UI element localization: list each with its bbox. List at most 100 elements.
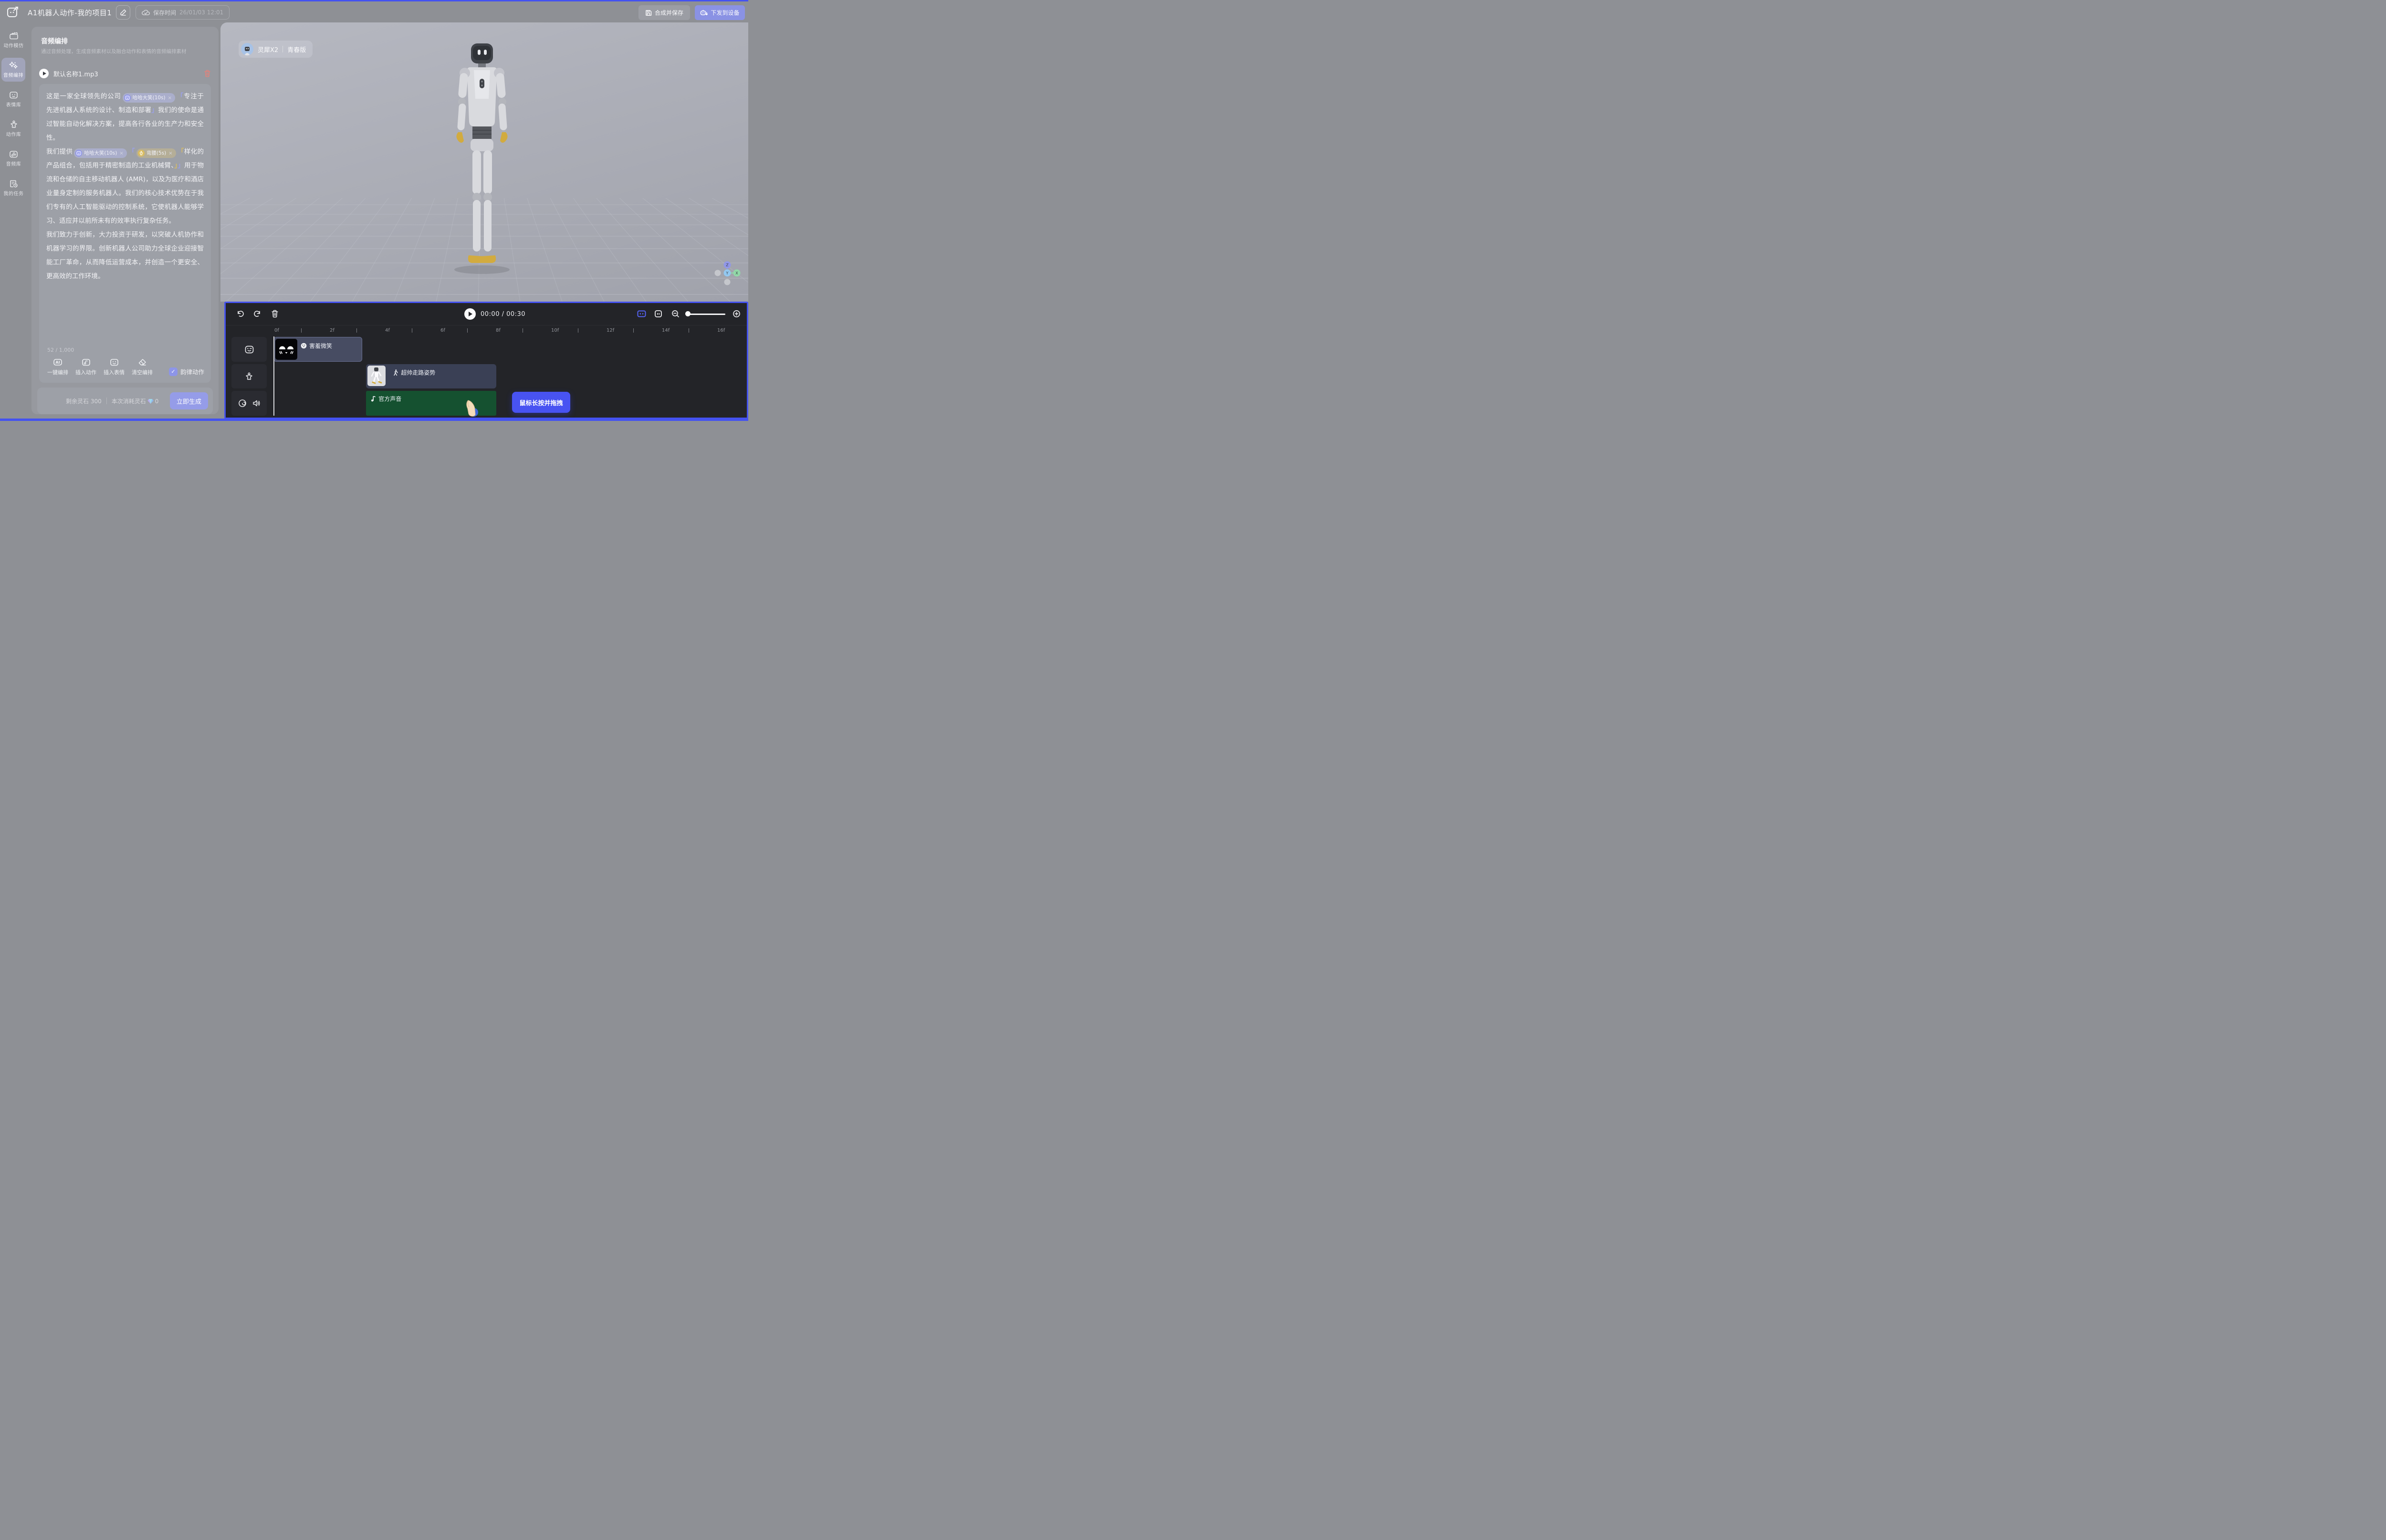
expression-track-header[interactable]: [231, 337, 267, 362]
delete-clip-icon[interactable]: [271, 310, 279, 318]
robot-model[interactable]: [425, 42, 539, 276]
insert-expression-icon: [110, 358, 119, 367]
action-button-插入动作[interactable]: 插入动作: [75, 358, 97, 376]
app-logo-icon[interactable]: [7, 6, 19, 19]
motion-clip[interactable]: 超帅走路姿势: [366, 364, 496, 388]
undo-icon[interactable]: [236, 310, 244, 318]
timeline-time: 00:00 / 00:30: [481, 311, 525, 318]
rename-button[interactable]: [116, 5, 130, 20]
sidebar-item-表情库[interactable]: 表情库: [0, 87, 27, 111]
speaker-icon[interactable]: [252, 399, 261, 407]
checkbox-checked-icon[interactable]: ✓: [169, 367, 178, 376]
motion-thumbnail: [367, 366, 386, 386]
play-audio-button[interactable]: [39, 69, 49, 78]
timeline-ruler[interactable]: 0f2f4f6f8f10f12f14f16f: [226, 325, 747, 336]
timeline-zoom-slider[interactable]: [687, 314, 725, 315]
remove-tag-icon[interactable]: ×: [168, 91, 172, 105]
topbar: A1机器人动作-我的项目1 保存时间 26/01/03 12:01 合成并保存 …: [0, 1, 748, 22]
delete-audio-icon[interactable]: [204, 70, 211, 77]
drag-hint-tooltip: 鼠标长按并拖拽: [512, 392, 570, 413]
annotation-quote-mark: 「: [128, 148, 135, 156]
svg-text:X: X: [735, 271, 738, 275]
ruler-label: 10f: [551, 328, 559, 333]
face-box-icon: [9, 91, 18, 99]
bow-person-icon: [138, 150, 145, 157]
compose-save-button[interactable]: 合成并保存: [638, 5, 690, 20]
action-tag[interactable]: 弯腰(5s)×: [136, 148, 176, 158]
expression-tag[interactable]: 哈哈大笑(10s)×: [123, 93, 175, 103]
cloud-check-icon: [142, 9, 150, 16]
hand-drag-cursor: [463, 399, 480, 418]
tag-label: 哈哈大笑(10s): [84, 147, 117, 160]
action-button-一键编排[interactable]: AI 一键编排: [47, 358, 69, 376]
sidebar-item-动作模仿[interactable]: 动作模仿: [0, 28, 27, 52]
timeline-toolbar: 00:00 / 00:30: [226, 303, 747, 325]
rhythm-motion-label: 韵律动作: [180, 367, 204, 376]
action-label: 一键编排: [47, 368, 68, 376]
walking-person-icon: [393, 369, 398, 376]
laugh-face-icon: [124, 94, 131, 101]
cost-gems: 本次消耗灵石0: [112, 397, 159, 405]
audio-arrange-panel: 音频编排 通过音频处理，生成音频素材以及融合动作和表情的音频编排素材 默认名称1…: [31, 27, 219, 414]
person-icon: [10, 120, 18, 129]
ruler-tick: [467, 328, 468, 333]
floppy-icon: [645, 10, 652, 16]
gizmo-hidden-axis: [724, 279, 731, 285]
sidebar-item-音频库[interactable]: 音频库: [0, 147, 27, 170]
model-avatar: [241, 43, 253, 55]
music-box-icon: [9, 150, 18, 158]
script-text-area[interactable]: 这是一家全球领先的公司哈哈大笑(10s)×「专注于先进机器人系统的设计、制造和部…: [39, 84, 211, 344]
remove-tag-icon[interactable]: ×: [168, 147, 172, 160]
top-accent-strip: [0, 0, 748, 1]
smile-face-icon: [301, 343, 307, 349]
save-status: 保存时间 26/01/03 12:01: [136, 5, 230, 20]
redo-icon[interactable]: [253, 310, 262, 318]
svg-text:Y: Y: [726, 271, 729, 275]
sidebar-item-label: 音频编排: [3, 71, 23, 78]
zoom-in-icon[interactable]: [733, 310, 741, 318]
audio-file-name: 默认名称1.mp3: [53, 69, 204, 78]
fit-clip-icon[interactable]: [654, 310, 662, 318]
timeline-play-button[interactable]: [464, 308, 476, 320]
compose-save-label: 合成并保存: [655, 9, 683, 17]
zoom-out-icon[interactable]: [671, 310, 680, 318]
expression-tag[interactable]: 哈哈大笑(10s)×: [74, 148, 126, 158]
fit-timeline-icon[interactable]: [637, 310, 646, 318]
clip-label: 害羞微笑: [309, 342, 332, 350]
playhead[interactable]: [273, 336, 274, 416]
viewport-3d[interactable]: 灵犀X2 青春版: [220, 22, 748, 302]
svg-text:AI: AI: [55, 360, 60, 365]
pencil-icon: [120, 9, 126, 16]
model-badge: 灵犀X2 青春版: [239, 41, 313, 58]
remove-tag-icon[interactable]: ×: [119, 147, 123, 160]
generate-now-button[interactable]: 立即生成: [170, 392, 208, 409]
deploy-to-device-button[interactable]: 下发到设备: [695, 5, 745, 20]
timeline-panel: 00:00 / 00:30 0f2f4f6f8f10f12f14f16f: [224, 302, 748, 419]
script-action-bar: AI 一键编排插入动作插入表情清空编排 ✓ 韵律动作: [39, 353, 211, 383]
panel-subtitle: 通过音频处理，生成音频素材以及融合动作和表情的音频编排素材: [41, 48, 211, 55]
music-note-icon: [371, 396, 376, 402]
sidebar-item-label: 动作库: [6, 130, 21, 137]
script-text: 我们致力于创新，大力投资于研发，以突破人机协作和机器学习的界限。创新机器人公司助…: [46, 231, 204, 280]
sidebar-item-我的任务[interactable]: 我的任务: [0, 176, 27, 200]
robot-download-icon: [700, 9, 708, 16]
insert-motion-icon: [82, 358, 91, 367]
rhythm-motion-toggle[interactable]: ✓ 韵律动作: [169, 367, 204, 376]
axis-gizmo[interactable]: Z Y X: [712, 260, 745, 287]
clip-label: 超帅走路姿势: [401, 368, 435, 377]
sidebar-item-音频编排[interactable]: 音频编排: [1, 58, 25, 82]
sidebar-item-label: 表情库: [6, 101, 21, 108]
action-button-清空编排[interactable]: 清空编排: [131, 358, 153, 376]
tag-label: 哈哈大笑(10s): [133, 91, 166, 105]
motion-track-header[interactable]: [231, 364, 267, 388]
clapper-icon: [9, 31, 19, 40]
timeline-zoom-slider-thumb[interactable]: [685, 311, 691, 316]
expression-clip[interactable]: 害羞微笑: [273, 337, 362, 362]
gauge-icon[interactable]: [238, 399, 247, 408]
sidebar-item-动作库[interactable]: 动作库: [0, 117, 27, 141]
audio-track-header[interactable]: [231, 391, 267, 416]
ruler-label: 6f: [440, 328, 445, 333]
expression-thumbnail: [275, 339, 297, 360]
action-button-插入表情[interactable]: 插入表情: [103, 358, 125, 376]
script-actions: AI 一键编排插入动作插入表情清空编排: [47, 358, 153, 376]
